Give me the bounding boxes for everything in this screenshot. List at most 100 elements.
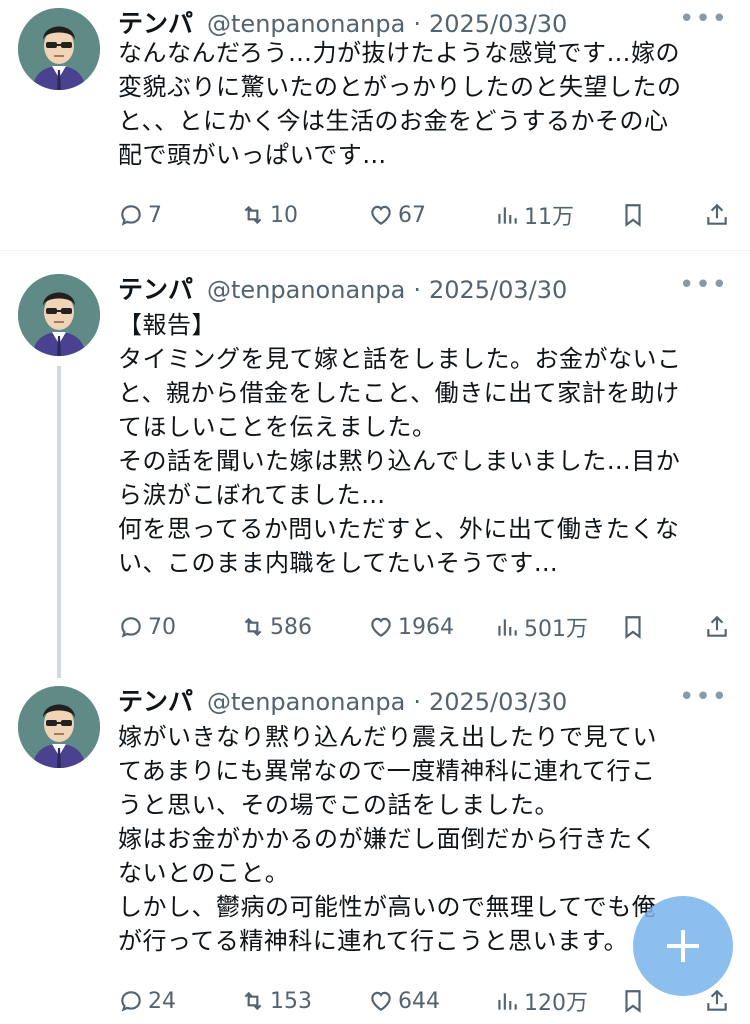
share-icon	[707, 989, 727, 1011]
reply-count: 7	[148, 202, 162, 228]
reply-button[interactable]: 70	[118, 610, 176, 644]
more-options-icon[interactable]: •••	[679, 270, 728, 300]
like-button[interactable]: 1964	[368, 610, 454, 644]
tweet-text-line: てほしいことを伝えました。	[118, 413, 437, 441]
bookmark-button[interactable]	[620, 198, 650, 232]
share-button[interactable]	[704, 198, 734, 232]
tweet-text-line: その話を聞いた嫁は黙り込んでしまいました…目か	[118, 447, 681, 475]
share-icon	[707, 615, 727, 637]
tweet-text-line: 配で頭がいっぱいです…	[118, 141, 387, 169]
reply-button[interactable]: 24	[118, 984, 176, 1018]
share-icon	[707, 203, 727, 225]
tweet-text-line: タイミングを見て嫁と話をしました。お金がないこ	[118, 345, 682, 373]
view-count: 11万	[524, 205, 574, 230]
heart-icon	[371, 205, 391, 225]
reply-icon	[121, 205, 141, 226]
reply-icon	[121, 617, 141, 638]
avatar-illustration	[18, 274, 100, 356]
retweet-button[interactable]: 153	[240, 984, 312, 1018]
retweet-button[interactable]: 10	[240, 198, 298, 232]
like-count: 1964	[398, 614, 454, 640]
bookmark-button[interactable]	[620, 610, 650, 644]
tweet-text: なんなんだろう…力が抜けたような感覚です…嫁の 変貌ぶりに驚いたのとがっかりした…	[118, 36, 718, 172]
tweet-text-line: と、、とにかく今は生活のお金をどうするかその心	[118, 107, 669, 135]
user-handle[interactable]: @tenpanonanpa	[207, 276, 405, 304]
tweet-text: 嫁がいきなり黙り込んだり震え出したりで見てい てあまりにも異常なので一度精神科に…	[118, 720, 718, 958]
avatar[interactable]	[18, 8, 100, 90]
reply-button[interactable]: 7	[118, 198, 162, 232]
bookmark-icon	[625, 204, 641, 227]
tweet-divider	[0, 250, 750, 251]
like-count: 67	[398, 202, 426, 228]
tweet-3[interactable]: テンパ @tenpanonanpa · 2025/03/30 ••• 嫁がいきな…	[0, 682, 750, 1024]
retweet-count: 586	[270, 614, 312, 640]
share-button[interactable]	[704, 984, 734, 1018]
like-button[interactable]: 644	[368, 984, 440, 1018]
tweet-text-line: なんなんだろう…力が抜けたような感覚です…嫁の	[118, 39, 681, 67]
tweet-text-line: い、このまま内職をしてたいそうです…	[118, 549, 559, 577]
avatar[interactable]	[18, 686, 100, 768]
tweet-text: 【報告】 タイミングを見て嫁と話をしました。お金がないこ と、親から借金をしたこ…	[118, 308, 718, 580]
thread-connector-line	[57, 366, 61, 678]
display-name[interactable]: テンパ	[118, 270, 193, 306]
more-options-icon[interactable]: •••	[679, 4, 728, 34]
share-button[interactable]	[704, 610, 734, 644]
tweet-date[interactable]: 2025/03/30	[429, 688, 567, 716]
view-count: 501万	[524, 617, 588, 642]
views-button[interactable]: 501万	[494, 610, 588, 644]
tweet-text-line: 嫁はお金がかかるのが嫌だし面倒だから行きたく	[118, 825, 657, 853]
avatar-illustration	[18, 686, 100, 768]
tweet-1[interactable]: テンパ @tenpanonanpa · 2025/03/30 ••• なんなんだ…	[0, 0, 750, 250]
tweet-text-line: ないとのこと。	[118, 859, 290, 887]
retweet-icon	[244, 991, 262, 1011]
tweet-actions: 24 153 644 120万	[118, 984, 730, 1018]
bookmark-button[interactable]	[620, 984, 650, 1018]
tweet-text-line: 【報告】	[118, 311, 216, 339]
like-count: 644	[398, 988, 440, 1014]
tweet-text-line: と、親から借金をしたこと、働きに出て家計を助け	[118, 379, 680, 407]
reply-count: 70	[148, 614, 176, 640]
bookmark-icon	[625, 990, 641, 1013]
retweet-icon	[244, 617, 262, 637]
view-count: 120万	[524, 991, 588, 1016]
display-name[interactable]: テンパ	[118, 682, 193, 718]
retweet-icon	[244, 205, 262, 225]
reply-count: 24	[148, 988, 176, 1014]
tweet-2[interactable]: テンパ @tenpanonanpa · 2025/03/30 ••• 【報告】 …	[0, 270, 750, 670]
like-button[interactable]: 67	[368, 198, 426, 232]
avatar-illustration	[18, 8, 100, 90]
views-icon	[498, 993, 517, 1010]
tweet-text-line: 何を思ってるか問いただすと、外に出て働きたくな	[118, 515, 680, 543]
tweet-text-line: 変貌ぶりに驚いたのとがっかりしたのと失望したの	[118, 73, 682, 101]
tweet-text-line: が行ってる精神科に連れて行こうと思います。	[118, 927, 629, 955]
views-icon	[498, 207, 517, 224]
heart-icon	[371, 991, 391, 1011]
more-options-icon[interactable]: •••	[679, 682, 728, 712]
bookmark-icon	[625, 616, 641, 639]
separator-dot: ·	[413, 10, 421, 38]
tweet-text-line: ら涙がこぼれてました…	[118, 481, 386, 509]
views-button[interactable]: 120万	[494, 984, 588, 1018]
user-handle[interactable]: @tenpanonanpa	[207, 10, 405, 38]
views-button[interactable]: 11万	[494, 198, 574, 232]
tweet-text-line: しかし、鬱病の可能性が高いので無理してでも俺	[118, 893, 657, 921]
plus-icon	[667, 930, 699, 962]
views-icon	[498, 619, 517, 636]
tweet-text-line: うと思い、その場でこの話をしました。	[118, 791, 559, 819]
avatar[interactable]	[18, 274, 100, 356]
separator-dot: ·	[413, 276, 421, 304]
separator-dot: ·	[413, 688, 421, 716]
tweet-date[interactable]: 2025/03/30	[429, 10, 567, 38]
user-handle[interactable]: @tenpanonanpa	[207, 688, 405, 716]
retweet-count: 153	[270, 988, 312, 1014]
tweet-actions: 7 10 67 11万	[118, 198, 730, 232]
reply-icon	[121, 991, 141, 1012]
display-name[interactable]: テンパ	[118, 4, 193, 40]
retweet-button[interactable]: 586	[240, 610, 312, 644]
tweet-text-line: 嫁がいきなり黙り込んだり震え出したりで見てい	[118, 723, 657, 751]
heart-icon	[371, 617, 391, 637]
tweet-text-line: てあまりにも異常なので一度精神科に連れて行こ	[118, 757, 656, 785]
retweet-count: 10	[270, 202, 298, 228]
compose-button[interactable]	[633, 896, 733, 996]
tweet-date[interactable]: 2025/03/30	[429, 276, 567, 304]
